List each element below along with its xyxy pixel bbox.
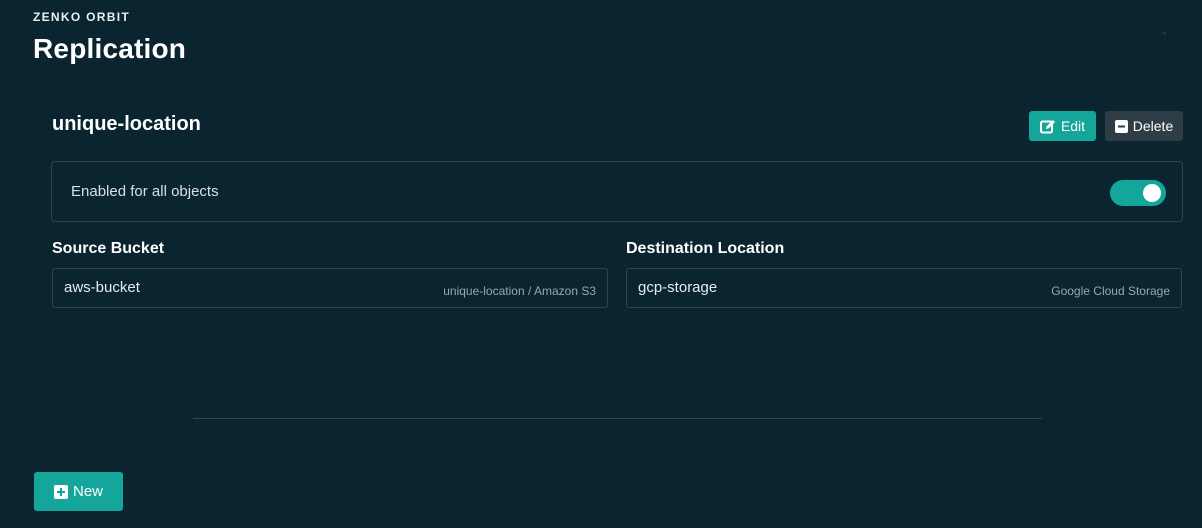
minus-square-icon [1114,119,1128,133]
source-bucket-hint: unique-location / Amazon S3 [443,284,596,298]
edit-icon [1039,119,1056,134]
section-divider [193,418,1042,419]
source-bucket-field[interactable]: aws-bucket unique-location / Amazon S3 [52,268,608,308]
edit-button-label: Edit [1060,118,1086,134]
enabled-toggle[interactable] [1110,180,1166,206]
delete-button-label: Delete [1132,118,1174,134]
destination-location-value: gcp-storage [638,279,718,296]
destination-location-hint: Google Cloud Storage [1051,284,1170,298]
new-button[interactable]: New [34,472,123,511]
page-title: Replication [33,33,187,64]
corner-dot [1163,32,1166,35]
source-bucket-value: aws-bucket [64,279,140,296]
app-brand: ZENKO ORBIT [33,10,130,24]
rule-title: unique-location [52,113,201,135]
source-bucket-label: Source Bucket [52,240,165,257]
edit-button[interactable]: Edit [1029,111,1096,141]
toggle-knob [1143,184,1161,202]
destination-location-label: Destination Location [626,240,785,257]
plus-square-icon [53,484,68,499]
replication-page: ZENKO ORBIT Replication unique-location … [0,0,1202,528]
scope-label: Enabled for all objects [71,183,219,200]
scope-panel: Enabled for all objects [51,161,1183,222]
destination-location-field[interactable]: gcp-storage Google Cloud Storage [626,268,1182,308]
delete-button[interactable]: Delete [1105,111,1183,141]
new-button-label: New [72,483,103,500]
